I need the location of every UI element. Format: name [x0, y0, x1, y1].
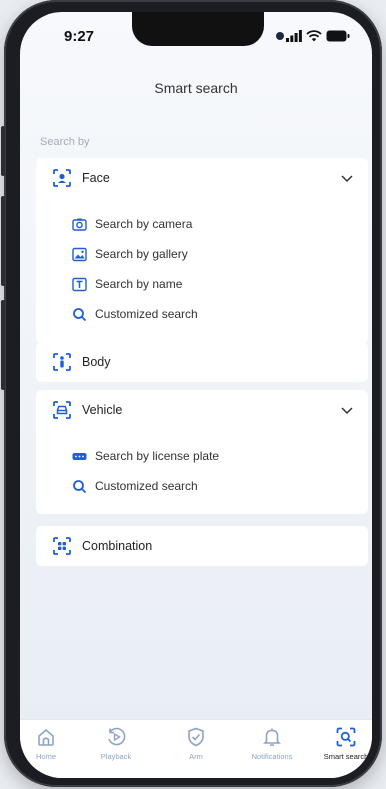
- customized-search-item[interactable]: Customized search: [72, 476, 198, 496]
- category-label-combination: Combination: [82, 539, 153, 553]
- search-icon: [73, 479, 87, 493]
- combination-card[interactable]: Combination: [36, 526, 368, 566]
- customized-search-item[interactable]: Customized search: [72, 304, 198, 324]
- tab-label: Smart search: [323, 752, 369, 761]
- playback-icon: [108, 727, 126, 746]
- item-label: Search by license plate: [95, 449, 220, 463]
- category-label-vehicle: Vehicle: [82, 403, 123, 417]
- status-time: 9:27: [64, 28, 95, 45]
- phone-frame: 9:27 Smart search Search by Face Search …: [1, 0, 382, 787]
- tab-bar: Home Playback Arm Notifications Smart se…: [20, 719, 372, 778]
- signal-icon: [286, 30, 302, 42]
- face-scan-icon: [53, 169, 71, 187]
- chevron-down-icon[interactable]: [340, 403, 354, 417]
- face-card: Face Search by camera Search by gallery …: [36, 158, 368, 344]
- tab-label: Arm: [189, 752, 203, 761]
- search-icon: [73, 307, 87, 321]
- vehicle-scan-icon: [53, 401, 71, 419]
- vehicle-card: Vehicle Search by license plate Customiz…: [36, 390, 368, 514]
- search-by-name-item[interactable]: Search by name: [72, 274, 182, 294]
- item-label: Search by name: [95, 277, 183, 291]
- category-label-face: Face: [82, 171, 110, 185]
- page-title: Smart search: [154, 80, 238, 96]
- notch: [132, 12, 264, 46]
- wifi-icon: [306, 30, 322, 42]
- smart-search-icon: [336, 727, 356, 747]
- search-by-gallery-item[interactable]: Search by gallery: [72, 244, 188, 264]
- shield-icon: [188, 727, 204, 747]
- tab-arm[interactable]: Arm: [164, 726, 228, 761]
- body-card[interactable]: Body: [36, 342, 368, 382]
- battery-icon: [326, 30, 350, 42]
- chevron-down-icon[interactable]: [340, 171, 354, 185]
- category-label-body: Body: [82, 355, 111, 369]
- item-label: Search by camera: [95, 217, 193, 231]
- side-button: [1, 196, 5, 286]
- front-camera: [276, 32, 284, 40]
- tab-smart-search[interactable]: Smart search: [314, 726, 372, 761]
- item-label: Search by gallery: [95, 247, 188, 261]
- side-button: [1, 300, 5, 390]
- home-icon: [38, 728, 54, 746]
- tab-label: Notifications: [251, 752, 293, 761]
- category-header-face[interactable]: Face: [36, 166, 368, 190]
- category-header-body[interactable]: Body: [36, 350, 368, 374]
- category-header-combination[interactable]: Combination: [36, 534, 368, 558]
- text-icon: [72, 277, 87, 291]
- combination-scan-icon: [53, 537, 71, 555]
- section-label: Search by: [40, 136, 90, 148]
- search-by-camera-item[interactable]: Search by camera: [72, 214, 192, 234]
- body-scan-icon: [53, 353, 71, 371]
- tab-label: Home: [35, 752, 56, 761]
- category-header-vehicle[interactable]: Vehicle: [36, 398, 368, 422]
- screen: 9:27 Smart search Search by Face Search …: [20, 12, 372, 778]
- tab-label: Playback: [100, 752, 132, 761]
- camera-icon: [72, 218, 87, 231]
- item-label: Customized search: [95, 307, 198, 321]
- search-by-license-plate-item[interactable]: Search by license plate: [72, 446, 219, 466]
- license-plate-icon: [72, 452, 87, 460]
- tab-home[interactable]: Home: [20, 726, 78, 761]
- tab-notifications[interactable]: Notifications: [240, 726, 304, 761]
- item-label: Customized search: [95, 479, 198, 493]
- gallery-icon: [72, 247, 87, 261]
- tab-playback[interactable]: Playback: [84, 726, 148, 761]
- side-button: [1, 126, 5, 176]
- status-icons: [286, 30, 350, 42]
- bell-icon: [263, 728, 281, 746]
